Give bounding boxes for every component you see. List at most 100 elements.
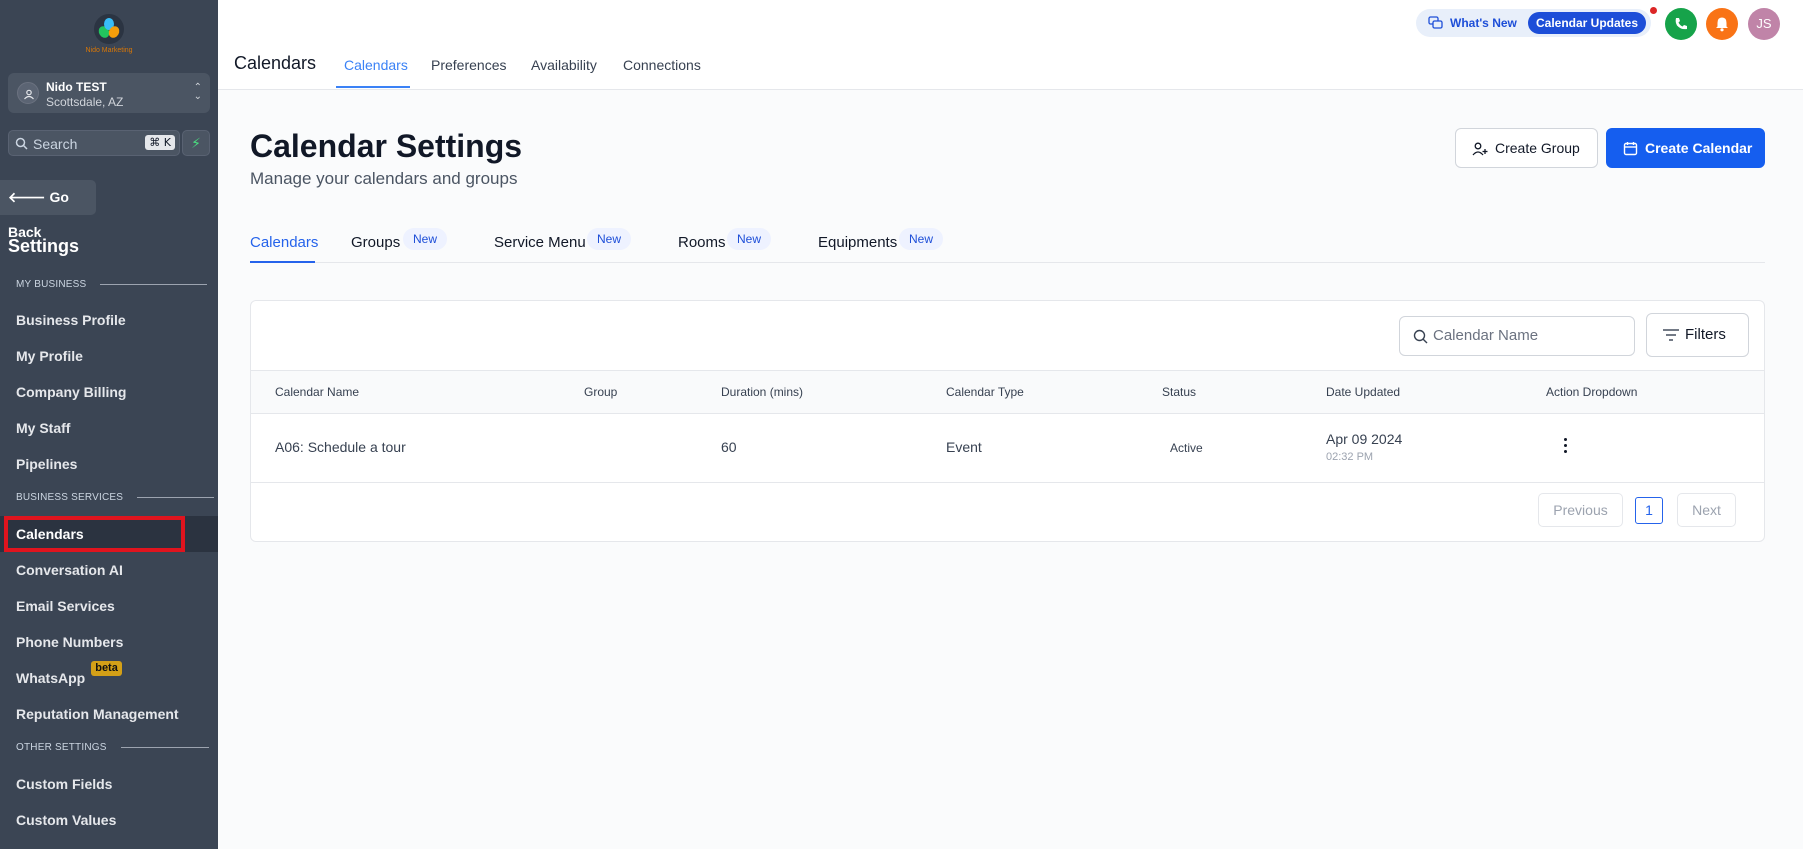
beta-badge: beta — [91, 661, 122, 676]
sidebar-item-pipelines[interactable]: Pipelines — [0, 446, 218, 482]
column-header[interactable]: Duration (mins) — [721, 385, 803, 399]
chevron-updown-icon: ⌃ ⌄ — [193, 82, 202, 102]
column-header[interactable]: Calendar Name — [275, 385, 359, 399]
filters-button[interactable]: Filters — [1646, 313, 1749, 357]
sidebar-item-custom-values[interactable]: Custom Values — [0, 802, 218, 838]
search-shortcut: ⌘ K — [145, 135, 175, 150]
sidebar-item-company-billing[interactable]: Company Billing — [0, 374, 218, 410]
add-user-icon — [1472, 142, 1488, 156]
phone-icon — [1675, 18, 1687, 30]
subtab-active-indicator — [250, 261, 315, 263]
column-header[interactable]: Status — [1162, 385, 1196, 399]
page-number-button[interactable]: 1 — [1635, 497, 1663, 524]
brand-logo[interactable]: Nido Marketing — [80, 14, 138, 58]
table-header: Calendar Name Group Duration (mins) Cale… — [251, 370, 1764, 414]
more-vertical-icon[interactable] — [1561, 438, 1569, 458]
location-icon — [17, 82, 39, 104]
sidebar-item-reputation-management[interactable]: Reputation Management — [0, 696, 218, 732]
sidebar-item-my-staff[interactable]: My Staff — [0, 410, 218, 446]
tab-calendars[interactable]: Calendars — [344, 57, 408, 73]
search-placeholder: Calendar Name — [1433, 327, 1539, 344]
status-badge: Active — [1170, 441, 1203, 455]
bell-icon — [1716, 17, 1728, 32]
sidebar-item-conversation-ai[interactable]: Conversation AI — [0, 552, 218, 588]
phone-button[interactable] — [1665, 8, 1697, 40]
logo-text: Nido Marketing — [85, 47, 133, 54]
notifications-button[interactable] — [1706, 8, 1738, 40]
search-icon — [15, 137, 28, 150]
sidebar: Nido Marketing Nido TEST Scottsdale, AZ … — [0, 0, 218, 849]
calendar-icon — [1623, 142, 1638, 156]
subtab-service-menu[interactable]: Service Menu — [494, 234, 586, 251]
section-label: MY BUSINESS — [16, 279, 87, 290]
calendar-name-search-input[interactable]: Calendar Name — [1399, 316, 1635, 356]
arrow-left-icon: 🡐 — [8, 189, 46, 205]
section-label: OTHER SETTINGS — [16, 742, 107, 753]
calendar-updates-badge[interactable]: Calendar Updates — [1528, 12, 1647, 34]
create-calendar-label: Create Calendar — [1645, 140, 1753, 156]
calendars-highlight-box — [4, 516, 185, 552]
section-my-business: MY BUSINESS — [16, 279, 208, 290]
top-bar: Calendars Calendars Preferences Availabi… — [218, 0, 1803, 90]
sidebar-item-custom-fields[interactable]: Custom Fields — [0, 766, 218, 802]
new-badge: New — [899, 228, 944, 250]
page-title: Calendar Settings — [250, 128, 523, 164]
tab-connections[interactable]: Connections — [623, 57, 701, 73]
new-badge: New — [403, 228, 448, 250]
next-page-button[interactable]: Next — [1677, 493, 1736, 527]
subtab-groups[interactable]: Groups — [351, 234, 400, 251]
sidebar-search[interactable]: Search ⌘ K — [8, 130, 180, 156]
page-subtitle: Manage your calendars and groups — [250, 169, 518, 188]
notification-dot — [1650, 7, 1657, 14]
subtab-rooms[interactable]: Rooms — [678, 234, 726, 251]
tab-availability[interactable]: Availability — [531, 57, 597, 73]
logo-icon — [94, 14, 124, 44]
active-tab-indicator — [336, 86, 410, 88]
new-badge: New — [727, 228, 772, 250]
top-title: Calendars — [234, 53, 317, 73]
filters-label: Filters — [1685, 326, 1726, 343]
calendar-name-cell[interactable]: A06: Schedule a tour — [275, 439, 406, 455]
column-header[interactable]: Group — [584, 385, 617, 399]
create-calendar-button[interactable]: Create Calendar — [1606, 128, 1765, 168]
filter-lines-icon — [1663, 329, 1679, 341]
tab-preferences[interactable]: Preferences — [431, 57, 506, 73]
column-header: Action Dropdown — [1546, 385, 1638, 399]
subtab-calendars[interactable]: Calendars — [250, 234, 318, 251]
whats-new-pill[interactable]: What's New Calendar Updates — [1416, 9, 1651, 37]
sidebar-item-whatsapp[interactable]: WhatsApp beta — [0, 660, 218, 696]
search-icon — [1413, 329, 1428, 344]
create-group-button[interactable]: Create Group — [1455, 128, 1598, 168]
calendars-table-card: Calendar Name Filters Calendar Name Grou… — [250, 300, 1765, 542]
subtabs-divider — [250, 262, 1765, 263]
sidebar-item-business-profile[interactable]: Business Profile — [0, 302, 218, 338]
search-placeholder: Search — [33, 136, 78, 152]
column-header[interactable]: Calendar Type — [946, 385, 1024, 399]
whats-new-link[interactable]: What's New — [1450, 16, 1517, 30]
calendar-type-cell: Event — [946, 439, 982, 455]
section-other-settings: OTHER SETTINGS — [16, 742, 209, 753]
time-updated-cell: 02:32 PM — [1326, 451, 1374, 463]
sidebar-item-email-services[interactable]: Email Services — [0, 588, 218, 624]
whatsapp-label: WhatsApp — [16, 670, 86, 686]
sidebar-item-phone-numbers[interactable]: Phone Numbers — [0, 624, 218, 660]
section-label: BUSINESS SERVICES — [16, 492, 124, 503]
section-business-services: BUSINESS SERVICES — [16, 492, 215, 503]
account-switcher[interactable]: Nido TEST Scottsdale, AZ ⌃ ⌄ — [8, 73, 210, 113]
account-name: Nido TEST — [46, 80, 107, 94]
new-badge: New — [587, 228, 632, 250]
create-group-label: Create Group — [1495, 140, 1580, 156]
duration-cell: 60 — [721, 439, 737, 455]
go-back-button[interactable]: 🡐 Go Back — [0, 180, 96, 240]
previous-page-button[interactable]: Previous — [1538, 493, 1623, 527]
account-location: Scottsdale, AZ — [46, 95, 124, 109]
user-avatar[interactable]: JS — [1748, 8, 1780, 40]
quick-action-bolt-icon[interactable]: ⚡ — [182, 130, 210, 156]
subtab-equipments[interactable]: Equipments — [818, 234, 897, 251]
megaphone-icon — [1428, 16, 1443, 29]
date-updated-cell: Apr 09 2024 — [1326, 431, 1403, 447]
sidebar-item-my-profile[interactable]: My Profile — [0, 338, 218, 374]
column-header[interactable]: Date Updated — [1326, 385, 1400, 399]
table-row[interactable]: A06: Schedule a tour 60 Event Active Apr… — [251, 414, 1764, 483]
settings-title: Settings — [8, 236, 80, 256]
